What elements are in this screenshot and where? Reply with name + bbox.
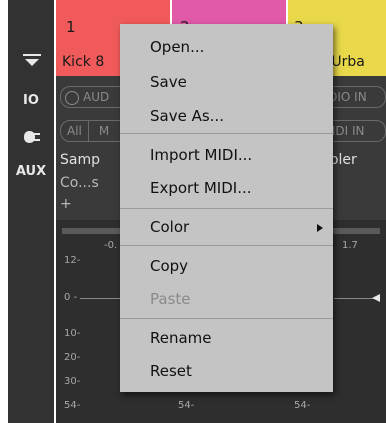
collapse-icon-svg <box>23 54 41 66</box>
meter-readout-3: 1.7 <box>342 240 358 251</box>
volume-line-3 <box>334 298 374 299</box>
group-name-1: Kick 8 <box>62 54 105 70</box>
midi-all-label: All <box>61 121 89 141</box>
volume-handle-3[interactable] <box>372 294 380 302</box>
menu-separator <box>120 318 333 319</box>
menu-item-export-midi[interactable]: Export MIDI... <box>150 179 252 197</box>
context-menu: Open... Save Save As... Import MIDI... E… <box>120 24 333 392</box>
group-number-1: 1 <box>66 18 76 36</box>
meter-scale-54: 54- <box>64 400 81 411</box>
audio-pill-label: AUD <box>83 90 110 104</box>
meter-scale-30: 30- <box>64 376 81 387</box>
menu-separator <box>120 245 333 246</box>
meter-scale-10: 10- <box>64 328 81 339</box>
menu-item-save-as[interactable]: Save As... <box>150 107 224 125</box>
slot-sampler-1[interactable]: Samp <box>60 152 100 168</box>
slot-compressor-1[interactable]: Co...s <box>60 175 99 191</box>
aux-button[interactable]: AUX <box>8 164 54 179</box>
audio-pill-dot <box>65 90 79 105</box>
meter-scale-54-right: 54- <box>294 400 311 411</box>
menu-item-paste: Paste <box>150 290 191 308</box>
menu-item-color[interactable]: Color <box>150 218 189 236</box>
menu-separator <box>120 133 333 134</box>
plug-icon[interactable] <box>22 128 42 146</box>
menu-item-copy[interactable]: Copy <box>150 257 188 275</box>
menu-item-rename[interactable]: Rename <box>150 329 212 347</box>
midi-m-label: M <box>98 124 110 138</box>
menu-item-import-midi[interactable]: Import MIDI... <box>150 146 252 164</box>
meter-readout-1: -0. <box>104 240 118 251</box>
meter-scale-20: 20- <box>64 352 81 363</box>
menu-item-save[interactable]: Save <box>150 73 187 91</box>
meter-scale-54-mid: 54- <box>178 400 195 411</box>
meter-scale-12: 12- <box>64 255 81 266</box>
submenu-arrow-icon <box>317 224 323 232</box>
collapse-icon[interactable] <box>22 52 42 66</box>
add-slot-button[interactable]: + <box>60 196 72 212</box>
meter-scale-0: 0 - <box>64 292 78 303</box>
menu-item-reset[interactable]: Reset <box>150 362 192 380</box>
menu-item-open[interactable]: Open... <box>150 38 204 56</box>
menu-separator <box>120 208 333 209</box>
io-button[interactable]: IO <box>8 93 54 108</box>
plug-icon-svg <box>24 131 40 143</box>
volume-line-1 <box>80 298 120 299</box>
